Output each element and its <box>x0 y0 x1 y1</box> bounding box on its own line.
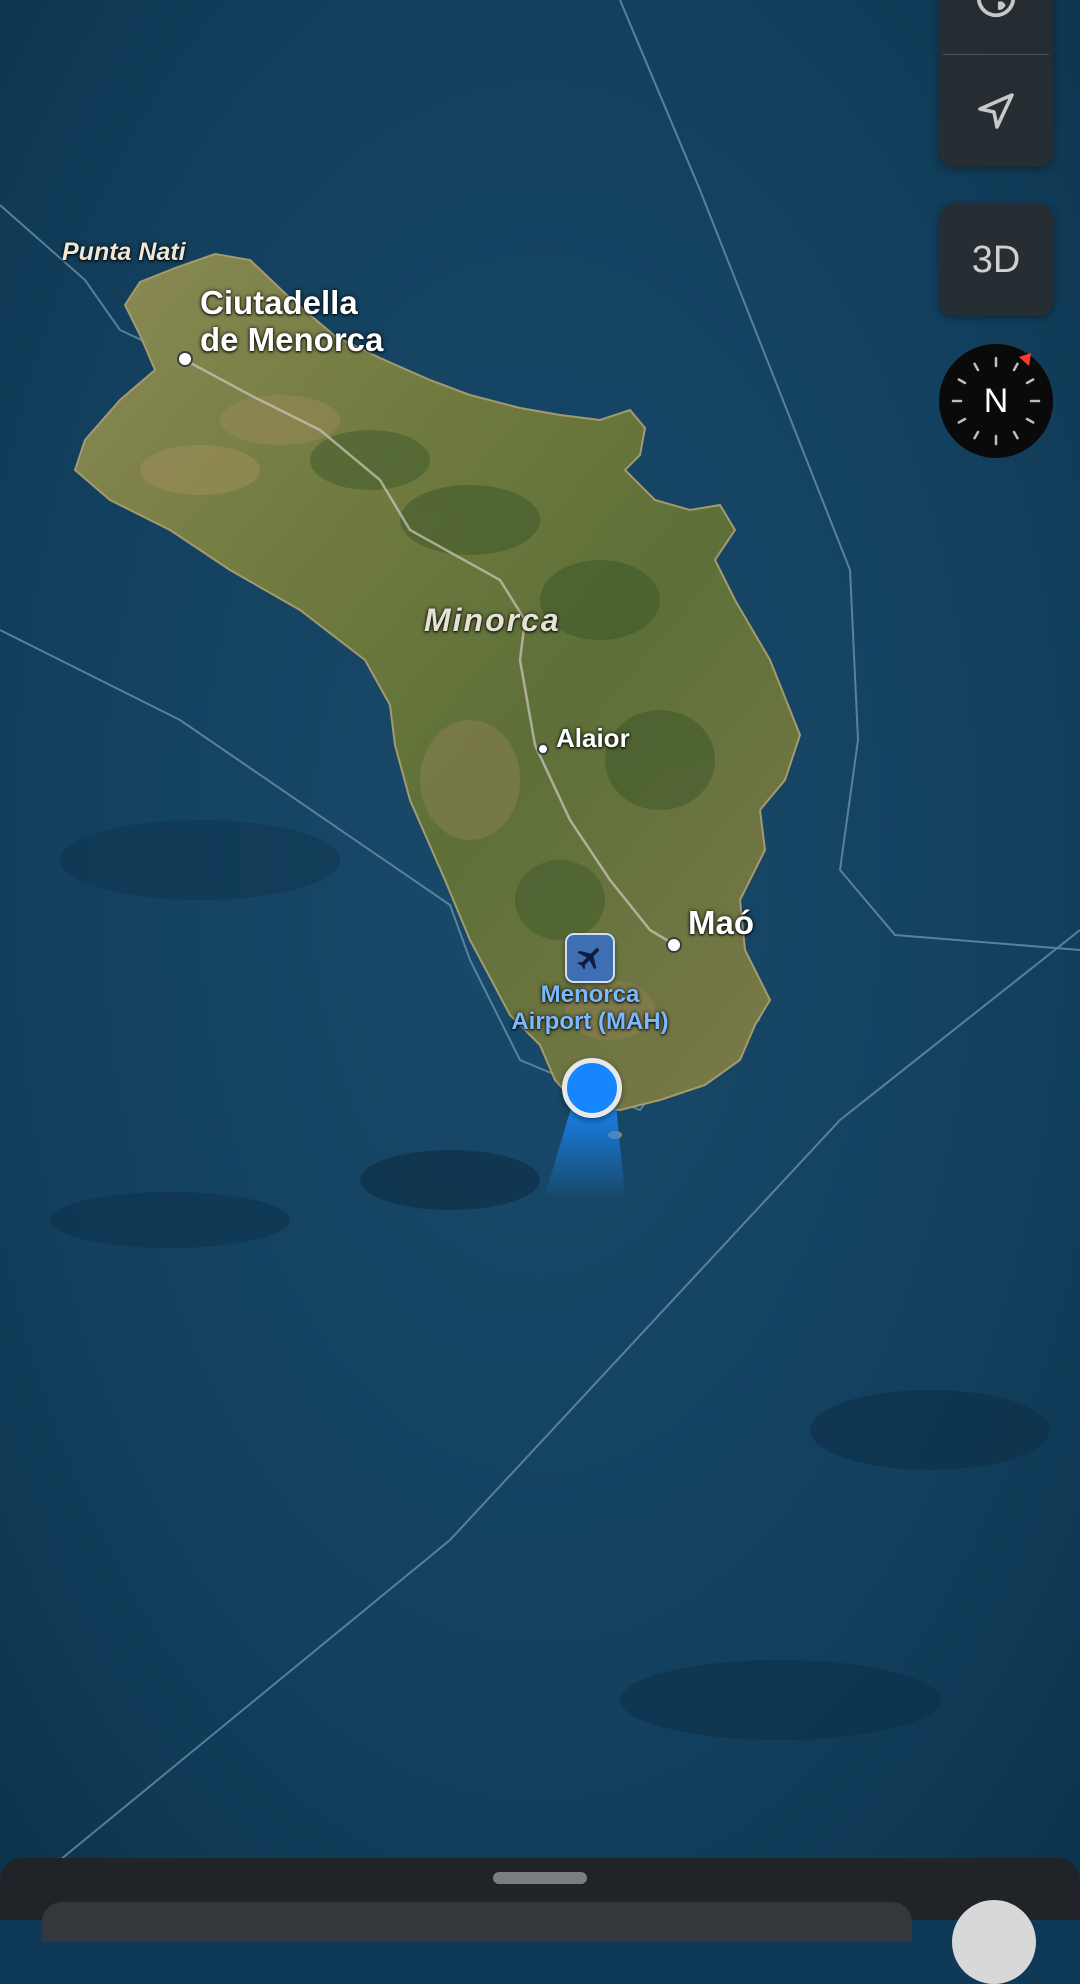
sheet-grabber[interactable] <box>493 1872 587 1884</box>
water-shade <box>620 1660 940 1740</box>
label-punta-nati[interactable]: Punta Nati <box>62 238 186 266</box>
search-input[interactable] <box>42 1902 912 1942</box>
label-airport[interactable]: Menorca Airport (MAH) <box>500 981 680 1036</box>
airplane-icon[interactable] <box>565 933 615 983</box>
label-mao[interactable]: Maó <box>688 904 754 942</box>
airplane-glyph <box>577 948 599 970</box>
compass-button[interactable]: N <box>939 344 1053 458</box>
location-arrow-icon <box>978 93 1014 129</box>
city-dot-ciutadella[interactable] <box>177 351 193 367</box>
label-airport-line2: Airport (MAH) <box>511 1007 669 1035</box>
3d-button[interactable]: 3D <box>939 204 1053 316</box>
label-alaior[interactable]: Alaior <box>556 723 630 753</box>
water-shade <box>810 1390 1050 1470</box>
label-ciutadella[interactable]: Ciutadella de Menorca <box>200 284 384 359</box>
water-shade <box>60 820 340 900</box>
city-dot-alaior[interactable] <box>537 743 549 755</box>
city-dot-mao[interactable] <box>666 937 682 953</box>
water-shade <box>360 1150 540 1210</box>
label-island[interactable]: Minorca <box>424 602 561 639</box>
map-canvas <box>0 0 1080 1920</box>
3d-button-label: 3D <box>971 238 1021 281</box>
user-location-icon[interactable] <box>562 1058 622 1118</box>
globe-icon <box>976 0 1016 18</box>
label-airport-line1: Menorca <box>540 981 640 1008</box>
label-ciutadella-line1: Ciutadella <box>200 284 358 321</box>
locate-button[interactable] <box>939 55 1053 167</box>
globe-button[interactable] <box>939 0 1053 54</box>
map-controls-group <box>939 0 1053 167</box>
water-shade <box>50 1192 290 1248</box>
map-view[interactable]: Punta Nati Ciutadella de Menorca Minorca… <box>0 0 1080 1920</box>
bottom-sheet[interactable] <box>0 1858 1080 1984</box>
compass-label: N <box>983 381 1009 420</box>
label-ciutadella-line2: de Menorca <box>200 320 384 358</box>
profile-button[interactable] <box>952 1900 1036 1984</box>
